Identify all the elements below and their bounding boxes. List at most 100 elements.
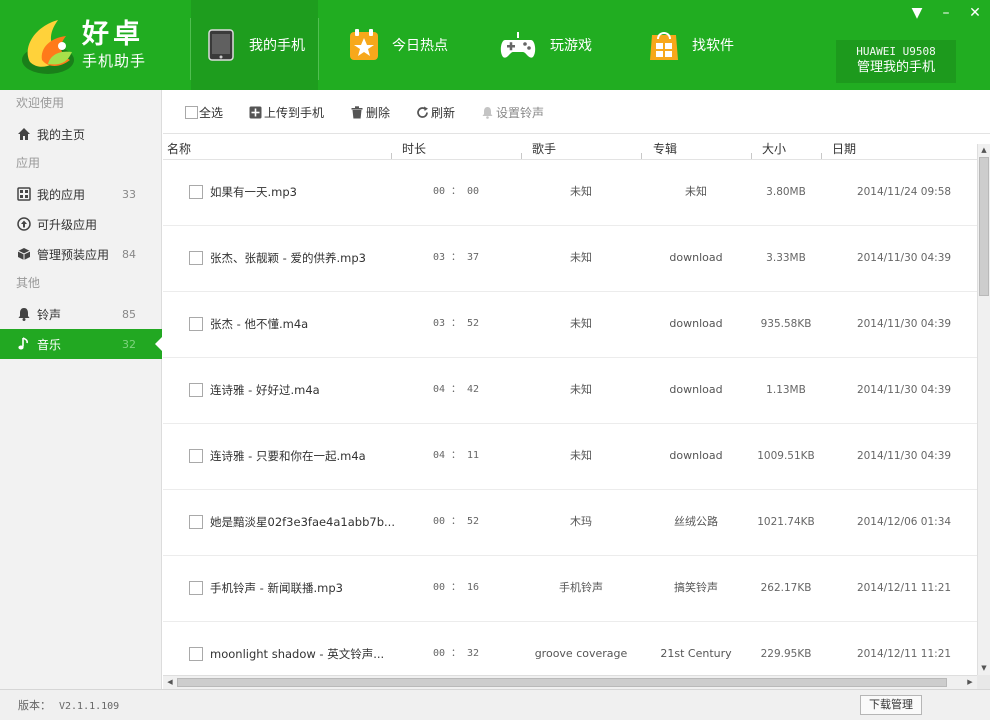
nav-find-software[interactable]: 找软件 (648, 0, 758, 90)
scroll-down-arrow-icon[interactable]: ▼ (978, 662, 990, 675)
nav-label: 今日热点 (392, 38, 448, 54)
cell-artist: 木玛 (570, 515, 592, 528)
cell-date: 2014/11/24 09:58 (856, 186, 952, 198)
header-divider (318, 18, 319, 80)
scroll-left-arrow-icon[interactable]: ◀ (163, 676, 177, 689)
cell-date: 2014/11/30 04:39 (856, 450, 952, 462)
row-checkbox[interactable] (189, 449, 203, 463)
upload-to-phone-button[interactable]: 上传到手机 (248, 103, 324, 121)
set-ringtone-label: 设置铃声 (496, 105, 545, 120)
table-row[interactable]: 手机铃声 - 新闻联播.mp3 00 ： 16 手机铃声 搞笑铃声 262.17… (163, 556, 977, 622)
delete-button[interactable]: 删除 (350, 103, 390, 121)
scroll-up-arrow-icon[interactable]: ▲ (978, 144, 990, 157)
upgrade-icon (16, 216, 32, 232)
table-row[interactable]: 连诗雅 - 只要和你在一起.m4a 04 ： 11 未知 download 10… (163, 424, 977, 490)
row-checkbox[interactable] (189, 581, 203, 595)
sidebar-item-preinstalled[interactable]: 管理预装应用 84 (0, 239, 162, 269)
cell-name: 张杰 - 他不懂.m4a (210, 317, 309, 331)
table-row[interactable]: moonlight shadow - 英文铃声... 00 ： 32 groov… (163, 622, 977, 675)
version-number: V2.1.1.109 (59, 701, 120, 712)
sidebar-item-home[interactable]: 我的主页 (0, 119, 162, 149)
manage-device-button[interactable]: HUAWEI U9508 管理我的手机 (836, 40, 956, 83)
table-row[interactable]: 她是黯淡星02f3e3fae4a1abb7b... 00 ： 52 木玛 丝绒公… (163, 490, 977, 556)
sidebar-item-count: 84 (122, 247, 136, 261)
row-checkbox[interactable] (189, 251, 203, 265)
sidebar-item-label: 可升级应用 (37, 217, 98, 232)
nav-today-hot[interactable]: 今日热点 (348, 0, 468, 90)
cell-size: 262.17KB (760, 582, 812, 594)
checkbox-icon (185, 105, 198, 119)
scroll-right-arrow-icon[interactable]: ▶ (963, 676, 977, 689)
cell-duration: 00 ： 00 (432, 186, 480, 197)
music-table: 如果有一天.mp3 00 ： 00 未知 未知 3.80MB 2014/11/2… (163, 160, 977, 675)
scrollbar-corner (977, 675, 990, 689)
column-divider (751, 153, 752, 159)
select-all-checkbox[interactable]: 全选 (185, 103, 223, 121)
cell-artist: groove coverage (534, 647, 628, 660)
column-header-name[interactable]: 名称 (163, 138, 391, 160)
cell-date: 2014/11/30 04:39 (856, 318, 952, 330)
row-checkbox[interactable] (189, 647, 203, 661)
horizontal-scrollbar[interactable]: ◀ ▶ (163, 675, 977, 689)
cell-name: 手机铃声 - 新闻联播.mp3 (210, 581, 343, 595)
cell-artist: 未知 (570, 449, 592, 462)
nav-my-phone[interactable]: 我的手机 (191, 0, 318, 90)
column-header-date[interactable]: 日期 (828, 138, 968, 160)
status-bar: 版本： V2.1.1.109 下载管理 (0, 689, 990, 720)
sidebar-item-count: 33 (122, 187, 136, 201)
cell-album: 丝绒公路 (674, 515, 718, 528)
set-ringtone-button[interactable]: 设置铃声 (480, 103, 544, 121)
table-row[interactable]: 张杰 - 他不懂.m4a 03 ： 52 未知 download 935.58K… (163, 292, 977, 358)
music-note-icon (16, 336, 32, 352)
vertical-scrollbar[interactable]: ▲ ▼ (977, 144, 990, 675)
cell-size: 1.13MB (766, 384, 806, 396)
cell-duration: 04 ： 42 (432, 384, 480, 395)
app-store-icon (648, 29, 680, 61)
sidebar-item-upgradable[interactable]: 可升级应用 (0, 209, 162, 239)
column-header-duration[interactable]: 时长 (398, 138, 518, 160)
horizontal-scroll-thumb[interactable] (177, 678, 947, 687)
window-menu-button[interactable]: ▼ (906, 4, 928, 22)
table-row[interactable]: 如果有一天.mp3 00 ： 00 未知 未知 3.80MB 2014/11/2… (163, 160, 977, 226)
cell-date: 2014/12/11 11:21 (856, 648, 952, 660)
window-close-button[interactable]: ✕ (964, 4, 986, 22)
apps-icon (16, 186, 32, 202)
column-header-artist[interactable]: 歌手 (528, 138, 638, 160)
table-row[interactable]: 张杰、张靓颖 - 爱的供养.mp3 03 ： 37 未知 download 3.… (163, 226, 977, 292)
row-checkbox[interactable] (189, 515, 203, 529)
cell-size: 3.33MB (766, 252, 806, 264)
version-label: 版本： (18, 699, 51, 712)
device-model: HUAWEI U9508 (856, 45, 936, 58)
sidebar-item-ringtones[interactable]: 铃声 85 (0, 299, 162, 329)
row-checkbox[interactable] (189, 383, 203, 397)
sidebar-item-music[interactable]: 音乐 32 (0, 329, 163, 359)
cell-album: 搞笑铃声 (674, 581, 718, 594)
refresh-button[interactable]: 刷新 (415, 103, 455, 121)
window-minimize-button[interactable]: – (935, 4, 957, 22)
version-info: 版本： V2.1.1.109 (18, 697, 119, 713)
row-checkbox[interactable] (189, 185, 203, 199)
sidebar-item-my-apps[interactable]: 我的应用 33 (0, 179, 162, 209)
download-manager-button[interactable]: 下载管理 (860, 695, 922, 715)
table-header: 名称 时长 歌手 专辑 大小 日期 (163, 138, 977, 160)
cell-name: 如果有一天.mp3 (210, 185, 297, 199)
column-divider (641, 153, 642, 159)
upload-label: 上传到手机 (264, 105, 325, 120)
sidebar-item-count: 32 (122, 337, 136, 351)
row-checkbox[interactable] (189, 317, 203, 331)
hot-star-icon (348, 29, 380, 61)
sidebar-item-label: 我的主页 (37, 127, 86, 142)
bell-icon (16, 306, 32, 322)
cell-size: 229.95KB (760, 648, 812, 660)
table-row[interactable]: 连诗雅 - 好好过.m4a 04 ： 42 未知 download 1.13MB… (163, 358, 977, 424)
column-header-album[interactable]: 专辑 (649, 138, 749, 160)
cell-duration: 03 ： 37 (432, 252, 480, 263)
column-header-size[interactable]: 大小 (758, 138, 818, 160)
cell-date: 2014/11/30 04:39 (856, 384, 952, 396)
vertical-scroll-thumb[interactable] (979, 157, 989, 296)
cell-artist: 未知 (570, 251, 592, 264)
refresh-icon (415, 105, 429, 119)
nav-play-games[interactable]: 玩游戏 (498, 0, 608, 90)
column-divider (521, 153, 522, 159)
cell-album: 21st Century (660, 647, 732, 660)
